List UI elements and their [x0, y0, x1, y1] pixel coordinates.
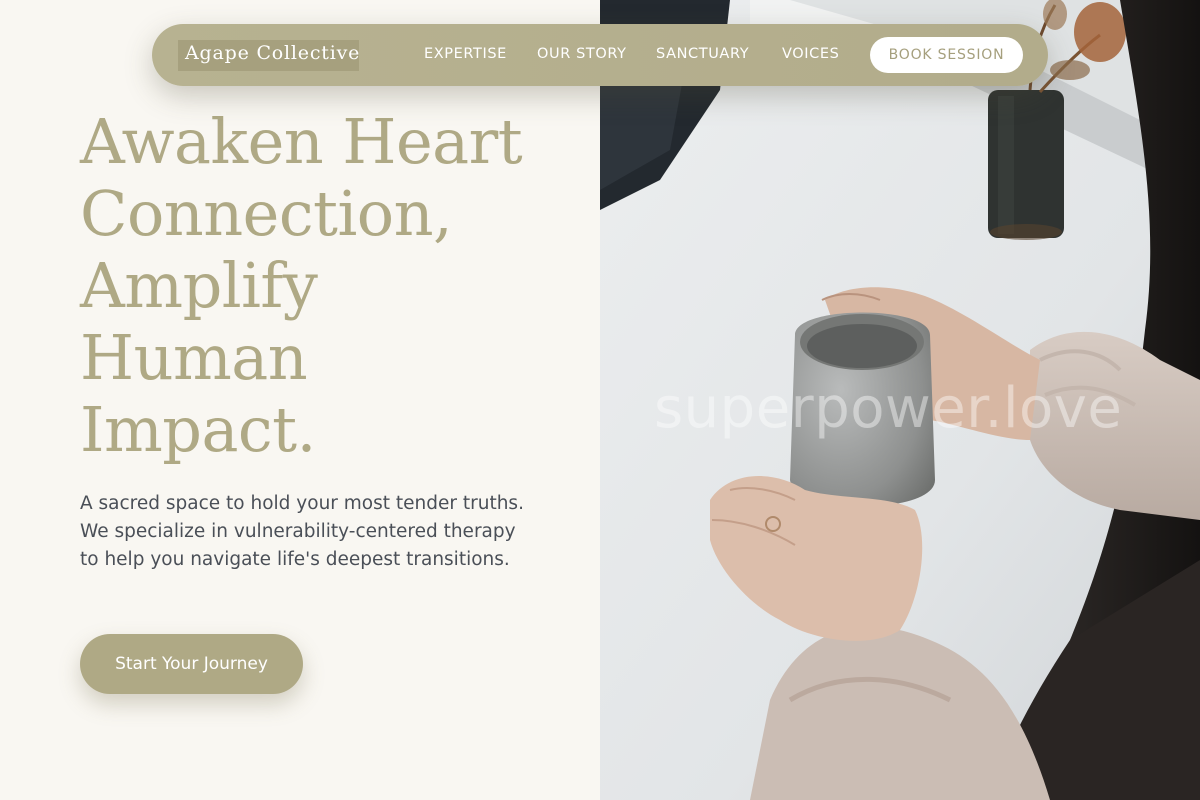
watermark-text: superpower.love — [654, 376, 1123, 441]
hero-title-line: Awaken Heart — [80, 105, 523, 178]
nav-link-our-story[interactable]: OUR STORY — [537, 46, 627, 62]
start-journey-button[interactable]: Start Your Journey — [80, 634, 303, 694]
nav-link-voices[interactable]: VOICES — [782, 46, 839, 62]
hero-title: Awaken Heart Connection, Amplify Human I… — [80, 106, 580, 466]
hero-title-line: Human — [80, 321, 308, 394]
hero-subtitle: A sacred space to hold your most tender … — [80, 493, 524, 570]
nav-link-sanctuary[interactable]: SANCTUARY — [656, 46, 749, 62]
top-nav: Agape Collective EXPERTISE OUR STORY SAN… — [152, 24, 1048, 86]
hero-section: Awaken Heart Connection, Amplify Human I… — [0, 0, 600, 800]
hero-title-line: Impact. — [80, 393, 316, 466]
book-session-button[interactable]: BOOK SESSION — [870, 37, 1023, 73]
nav-link-expertise[interactable]: EXPERTISE — [424, 46, 507, 62]
hero-title-line: Connection, — [80, 177, 453, 250]
brand-logo[interactable]: Agape Collective — [185, 42, 360, 64]
hero-photo: superpower.love — [600, 0, 1200, 800]
hero-title-line: Amplify — [80, 249, 318, 322]
